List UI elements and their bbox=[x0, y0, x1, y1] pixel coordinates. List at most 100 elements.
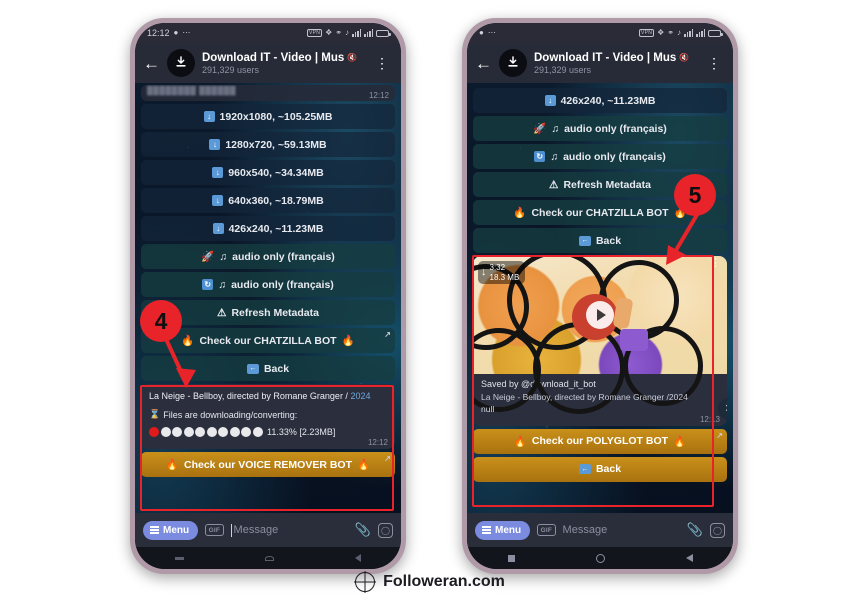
more-icon: ⋯ bbox=[182, 28, 191, 37]
chat-message-list-right[interactable]: ↓ 426x240, ~11.23MB 🚀 ♫ audio only (fran… bbox=[467, 83, 733, 513]
progress-dot bbox=[218, 427, 228, 438]
back-button-bottom[interactable]: ← Back bbox=[473, 456, 727, 482]
nav-bar bbox=[135, 547, 401, 569]
progress-status-text: Files are downloading/converting: bbox=[163, 409, 298, 420]
fire-icon: 🔥 bbox=[513, 435, 527, 448]
download-arrow-icon[interactable]: ↓ bbox=[481, 267, 487, 278]
progress-dot bbox=[195, 427, 205, 438]
back-label: Back bbox=[595, 234, 622, 247]
message-input[interactable]: Message bbox=[563, 524, 680, 536]
muted-speaker-icon: 🔇 bbox=[679, 53, 690, 62]
gif-icon[interactable]: GIF bbox=[537, 524, 556, 536]
chat-title-block[interactable]: Download IT - Video | Mus 🔇 291,329 user… bbox=[202, 52, 364, 75]
quality-button-540[interactable]: ↓ 960x540, ~34.34MB bbox=[141, 160, 395, 185]
nav-bar bbox=[467, 547, 733, 569]
quality-button-240[interactable]: ↓ 426x240, ~11.23MB bbox=[141, 216, 395, 241]
signal-5g-icon bbox=[696, 29, 705, 37]
audio-only-button-2[interactable]: ↻ ♫ audio only (français) bbox=[473, 144, 727, 169]
sync-icon: ↻ bbox=[202, 279, 214, 290]
video-duration: 3:32 bbox=[489, 263, 506, 272]
square-icon[interactable] bbox=[175, 556, 185, 560]
back-arrow-box-icon: ← bbox=[578, 464, 591, 475]
square-icon[interactable] bbox=[507, 554, 515, 562]
menu-button[interactable]: Menu bbox=[143, 520, 199, 540]
triangle-back-icon[interactable] bbox=[685, 554, 693, 562]
progress-dots: 11.33% [2.23MB] bbox=[149, 427, 387, 438]
refresh-metadata-label: Refresh Metadata bbox=[231, 306, 319, 319]
rocket-icon: 🚀 bbox=[533, 123, 547, 135]
download-avatar-icon[interactable] bbox=[167, 49, 195, 77]
camera-icon[interactable]: ◯ bbox=[710, 522, 725, 538]
overflow-menu-icon[interactable]: ⋮ bbox=[703, 56, 725, 70]
paperclip-icon[interactable]: 📎 bbox=[355, 522, 371, 538]
saved-video-message[interactable]: ↓ 3:32 18.3 MB ⋮ Saved by @download_it_b… bbox=[473, 256, 727, 426]
mute-icon: ♪ bbox=[677, 28, 681, 37]
camera-icon[interactable]: ◯ bbox=[378, 522, 393, 538]
external-link-icon: ↗ bbox=[384, 330, 391, 339]
back-arrow-icon[interactable]: ← bbox=[475, 55, 492, 72]
partial-message-timestamp: 12:12 bbox=[368, 91, 389, 100]
audio-only-button-1[interactable]: 🚀 ♫ audio only (français) bbox=[473, 116, 727, 141]
annotation-number: 5 bbox=[688, 181, 702, 208]
triangle-back-icon[interactable] bbox=[354, 554, 361, 562]
menu-button[interactable]: Menu bbox=[475, 520, 531, 540]
status-bar-left: 12:12 ● ⋯ bbox=[147, 28, 190, 38]
hamburger-icon bbox=[150, 526, 159, 534]
overflow-menu-icon[interactable]: ⋮ bbox=[710, 258, 721, 269]
audio-label: audio only (français) bbox=[231, 278, 334, 291]
download-avatar-icon[interactable] bbox=[499, 49, 527, 77]
partial-message[interactable]: ████████ ██████ 12:12 bbox=[141, 85, 395, 101]
footer-text: Followeran.com bbox=[383, 573, 505, 590]
vpn-icon: VPN bbox=[306, 29, 323, 37]
circle-icon[interactable] bbox=[595, 553, 605, 563]
audio-only-button-2[interactable]: ↻ ♫ audio only (français) bbox=[141, 272, 395, 297]
sync-icon: ↻ bbox=[534, 151, 546, 162]
bluetooth-icon: ❖ bbox=[325, 28, 333, 37]
partial-message-text: ████████ ██████ bbox=[147, 86, 237, 95]
music-note-icon: ♫ bbox=[218, 278, 227, 291]
paperclip-icon[interactable]: 📎 bbox=[687, 522, 703, 538]
quality-button-240[interactable]: ↓ 426x240, ~11.23MB bbox=[473, 88, 727, 113]
music-note-icon: ♫ bbox=[550, 150, 559, 163]
chat-header: ← Download IT - Video | Mus 🔇 291,329 us… bbox=[135, 43, 401, 83]
download-icon: ↓ bbox=[209, 139, 221, 150]
globe-icon bbox=[355, 572, 376, 592]
download-icon: ↓ bbox=[212, 167, 224, 178]
download-icon: ↓ bbox=[203, 111, 215, 122]
progress-dot bbox=[183, 427, 194, 438]
quality-label: 960x540, ~34.34MB bbox=[228, 166, 324, 179]
quality-label: 426x240, ~11.23MB bbox=[560, 94, 656, 107]
quality-label: 426x240, ~11.23MB bbox=[228, 222, 324, 235]
video-timestamp: 12:13 bbox=[699, 414, 720, 424]
status-time: 12:12 bbox=[147, 28, 170, 38]
quality-button-1080[interactable]: ↓ 1920x1080, ~105.25MB bbox=[141, 104, 395, 129]
overflow-menu-icon[interactable]: ⋮ bbox=[371, 56, 393, 70]
chatzilla-label: Check our CHATZILLA BOT bbox=[199, 334, 337, 347]
audio-only-button-1[interactable]: 🚀 ♫ audio only (français) bbox=[141, 244, 395, 269]
voice-remover-bot-button[interactable]: ↗ 🔥 Check our VOICE REMOVER BOT 🔥 bbox=[141, 452, 395, 478]
phone-screen-left: 12:12 ● ⋯ VPN ❖ ⚭ ♪ ← Download IT - Vide… bbox=[135, 23, 401, 569]
quality-label: 1280x720, ~59.13MB bbox=[225, 138, 327, 151]
chat-message-list-left[interactable]: ████████ ██████ 12:12 ↓ 1920x1080, ~105.… bbox=[135, 83, 401, 513]
menu-button-label: Menu bbox=[163, 524, 190, 536]
message-input[interactable]: Message bbox=[230, 523, 348, 537]
music-note-icon: ♫ bbox=[219, 250, 228, 263]
status-bar-right: VPN ❖ ⚭ ♪ bbox=[638, 28, 723, 37]
play-icon[interactable] bbox=[586, 301, 614, 329]
progress-status: ⌛ Files are downloading/converting: bbox=[149, 409, 387, 420]
quality-button-360[interactable]: ↓ 640x360, ~18.79MB bbox=[141, 188, 395, 213]
chat-header: ← Download IT - Video | Mus 🔇 291,329 us… bbox=[467, 43, 733, 83]
gif-icon[interactable]: GIF bbox=[205, 524, 224, 536]
voice-remover-label: Check our VOICE REMOVER BOT bbox=[183, 458, 353, 471]
audio-label: audio only (français) bbox=[232, 250, 335, 263]
annotation-badge-4: 4 bbox=[140, 300, 182, 342]
progress-dot bbox=[229, 427, 240, 438]
progress-dot bbox=[206, 427, 217, 438]
back-arrow-icon[interactable]: ← bbox=[143, 55, 160, 72]
muted-speaker-icon: 🔇 bbox=[347, 53, 358, 62]
quality-button-720[interactable]: ↓ 1280x720, ~59.13MB bbox=[141, 132, 395, 157]
polyglot-bot-button[interactable]: ↗ 🔥 Check our POLYGLOT BOT 🔥 bbox=[473, 428, 727, 454]
circle-icon[interactable] bbox=[264, 555, 274, 561]
chat-title-block[interactable]: Download IT - Video | Mus 🔇 291,329 user… bbox=[534, 52, 696, 75]
warning-icon: ⚠ bbox=[217, 306, 227, 319]
